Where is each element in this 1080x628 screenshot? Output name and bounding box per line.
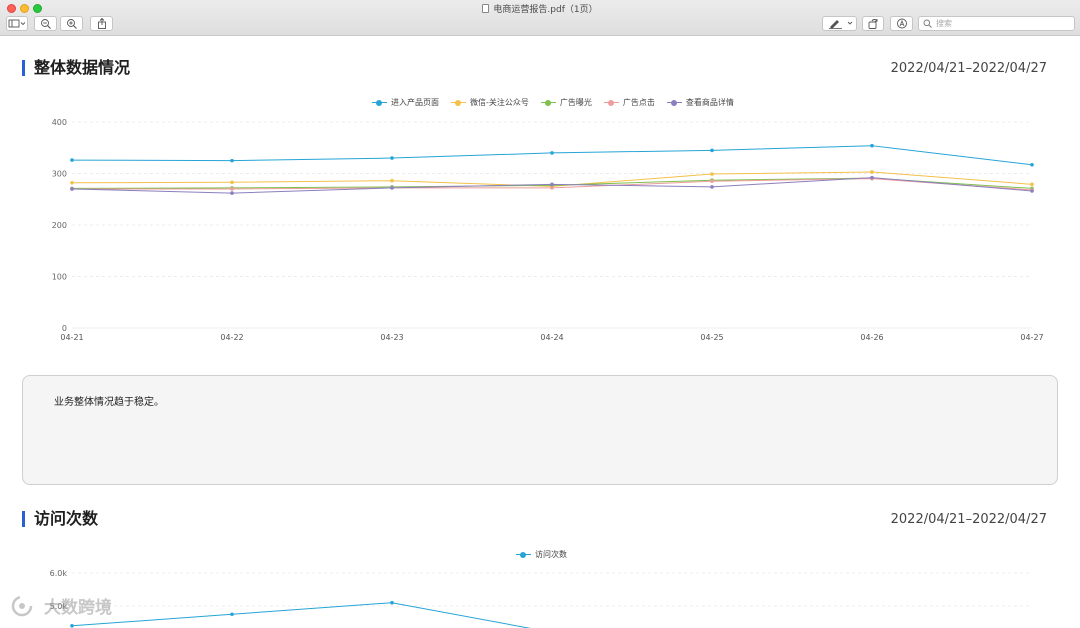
data-point xyxy=(1030,182,1034,187)
y-tick-label: 200 xyxy=(52,221,67,230)
x-tick-label: 04-22 xyxy=(220,333,243,342)
data-point xyxy=(70,180,74,185)
data-point xyxy=(390,600,394,605)
x-tick-label: 04-26 xyxy=(860,333,883,342)
circle-a-icon xyxy=(896,18,907,29)
data-point xyxy=(230,158,234,163)
data-point xyxy=(390,156,394,160)
share-button[interactable] xyxy=(90,16,113,31)
line-chart-visits: 6.0k5.0k xyxy=(50,569,1032,628)
legend-label: 微信-关注公众号 xyxy=(470,98,529,107)
series-line xyxy=(71,145,1033,166)
x-tick-label: 04-24 xyxy=(540,333,563,342)
legend-swatch xyxy=(516,551,531,559)
data-point xyxy=(710,172,714,176)
legend-item[interactable]: 广告曝光 xyxy=(540,97,592,108)
data-point xyxy=(230,187,234,191)
legend-item[interactable]: 访问次数 xyxy=(516,549,567,560)
y-tick-label: 0 xyxy=(62,324,67,333)
summary-box: 业务整体情况趋于稳定。 xyxy=(22,375,1058,485)
watermark-logo-icon xyxy=(11,595,33,616)
data-point xyxy=(70,187,74,191)
legend-label: 广告点击 xyxy=(622,98,655,107)
search-icon xyxy=(923,19,932,28)
section-title-visits: 访问次数 xyxy=(22,511,98,527)
window-title-text: 电商运营报告.pdf（1页） xyxy=(493,5,598,15)
data-point xyxy=(230,180,234,185)
legend-label: 进入产品页面 xyxy=(391,98,439,107)
legend-swatch xyxy=(451,99,466,107)
sidebar-icon xyxy=(8,19,26,28)
section-title-overall: 整体数据情况 xyxy=(22,60,130,76)
data-point xyxy=(550,186,554,190)
data-point xyxy=(710,185,714,189)
data-point xyxy=(710,148,714,153)
legend-swatch xyxy=(372,99,387,107)
annotate-button[interactable] xyxy=(890,16,913,31)
legend-item[interactable]: 微信-关注公众号 xyxy=(451,97,529,108)
summary-text: 业务整体情况趋于稳定。 xyxy=(54,397,164,408)
data-point xyxy=(550,151,554,155)
data-point xyxy=(390,178,394,183)
zoom-in-button[interactable] xyxy=(60,16,83,31)
data-point xyxy=(230,191,234,195)
zoom-out-icon xyxy=(40,19,51,29)
pdf-document-icon xyxy=(482,4,490,13)
watermark-text: 大数跨境 xyxy=(44,598,112,618)
share-icon xyxy=(97,18,106,29)
y-tick-label: 300 xyxy=(52,170,67,179)
chart-legend-visits: 访问次数 xyxy=(516,549,579,560)
rotate-button[interactable] xyxy=(862,16,884,31)
line-chart-overall: 0 100 200 300 400 04-21 04-22 04-23 04-24 04-25 04… xyxy=(52,118,1044,342)
preview-window: 电商运营报告.pdf（1页） 搜索 整体数据情况 2022/04/21–2022… xyxy=(0,0,1080,628)
legend-item[interactable]: 查看商品详情 xyxy=(666,97,734,108)
x-tick-label: 04-27 xyxy=(1020,333,1043,342)
markup-button[interactable] xyxy=(822,16,857,31)
data-point xyxy=(870,143,874,148)
rotate-icon xyxy=(868,19,878,29)
data-point xyxy=(870,175,874,180)
search-input[interactable]: 搜索 xyxy=(918,16,1075,31)
x-tick-label: 04-23 xyxy=(380,333,403,342)
y-tick-label: 6.0k xyxy=(50,569,68,578)
watermark: 大数跨境 xyxy=(10,593,112,618)
data-point xyxy=(70,158,74,162)
data-point xyxy=(550,182,554,187)
sidebar-toggle-button[interactable] xyxy=(6,16,28,31)
y-tick-label: 100 xyxy=(52,273,67,282)
legend-label: 广告曝光 xyxy=(559,98,592,107)
legend-swatch xyxy=(666,99,682,107)
data-point xyxy=(1030,189,1034,193)
legend-item[interactable]: 进入产品页面 xyxy=(372,97,439,108)
pen-icon xyxy=(828,20,852,29)
x-tick-label: 04-25 xyxy=(700,333,723,342)
data-point xyxy=(390,186,394,190)
title-bar: 电商运营报告.pdf（1页） 搜索 xyxy=(0,0,1080,36)
data-point xyxy=(870,170,874,174)
legend-swatch xyxy=(540,99,556,107)
zoom-in-icon xyxy=(66,19,77,29)
search-placeholder: 搜索 xyxy=(936,19,952,28)
window-title: 电商运营报告.pdf（1页） xyxy=(0,2,1080,15)
x-tick-label: 04-21 xyxy=(60,333,83,342)
zoom-out-button[interactable] xyxy=(34,16,57,31)
y-tick-label: 400 xyxy=(52,118,67,127)
date-range-overall: 2022/04/21–2022/04/27 xyxy=(890,61,1047,76)
legend-label: 访问次数 xyxy=(535,550,567,559)
data-point xyxy=(70,624,74,628)
legend-label: 查看商品详情 xyxy=(685,98,734,107)
chart-legend-overall: 进入产品页面 微信-关注公众号 广告曝光 广告点击 查看商品详情 xyxy=(372,97,746,108)
data-point xyxy=(230,612,234,617)
document-page[interactable]: 整体数据情况 2022/04/21–2022/04/27 进入产品页面 微信-关注… xyxy=(0,37,1080,628)
legend-swatch xyxy=(603,99,619,107)
data-point xyxy=(1030,162,1034,167)
date-range-visits: 2022/04/21–2022/04/27 xyxy=(890,512,1047,527)
data-point xyxy=(710,179,714,184)
legend-item[interactable]: 广告点击 xyxy=(603,97,655,108)
